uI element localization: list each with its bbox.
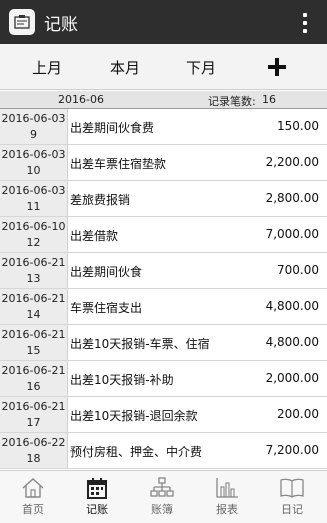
record-amount: 4,800.00 xyxy=(265,335,319,349)
record-amount: 700.00 xyxy=(277,263,319,277)
record-date: 2016-06-21 xyxy=(1,328,66,341)
record-count-label: 记录笔数: xyxy=(208,95,256,108)
app-bar: 记账 xyxy=(0,0,327,44)
record-date-cell: 2016-06-03 11 xyxy=(0,181,68,216)
record-date-cell: 2016-06-03 9 xyxy=(0,109,68,144)
record-seq: 12 xyxy=(26,236,41,249)
book-icon xyxy=(280,478,304,498)
record-amount: 4,800.00 xyxy=(265,299,319,313)
summary-month: 2016-06 xyxy=(58,93,104,106)
record-seq: 17 xyxy=(26,416,41,429)
record-date: 2016-06-03 xyxy=(1,148,66,161)
record-amount: 7,000.00 xyxy=(265,227,319,241)
table-row[interactable]: 2016-06-21 16 出差10天报销-补助 2,000.00 xyxy=(0,361,327,397)
table-row[interactable]: 2016-06-10 12 出差借款 7,000.00 xyxy=(0,217,327,253)
table-row[interactable]: 2016-06-22 18 预付房租、押金、中介费 7,200.00 xyxy=(0,433,327,469)
tab-bookkeeping[interactable]: 记账 xyxy=(65,471,129,523)
tab-label: 首页 xyxy=(22,503,44,516)
record-amount: 2,000.00 xyxy=(265,371,319,385)
record-description: 出差车票住宿垫款 xyxy=(70,157,167,171)
table-row[interactable]: 2016-06-03 11 差旅费报销 2,800.00 xyxy=(0,181,327,217)
overflow-menu-icon[interactable] xyxy=(301,13,309,33)
table-row[interactable]: 2016-06-21 17 出差10天报销-退回余款 200.00 xyxy=(0,397,327,433)
record-seq: 13 xyxy=(26,272,41,285)
table-row[interactable]: 2016-06-21 15 出差10天报销-车票、住宿 4,800.00 xyxy=(0,325,327,361)
record-date: 2016-06-03 xyxy=(1,184,66,197)
tab-label: 记账 xyxy=(86,503,108,516)
record-seq: 14 xyxy=(26,308,41,321)
record-seq: 10 xyxy=(26,164,41,177)
record-date: 2016-06-21 xyxy=(1,364,66,377)
record-seq: 16 xyxy=(26,380,41,393)
record-date: 2016-06-21 xyxy=(1,400,66,413)
table-row[interactable]: 2016-06-03 9 出差期间伙食费 150.00 xyxy=(0,109,327,145)
add-record-button[interactable] xyxy=(262,44,292,90)
record-list[interactable]: 2016-06-03 9 出差期间伙食费 150.00 2016-06-03 10 … xyxy=(0,109,327,470)
record-description: 出差10天报销-车票、住宿 xyxy=(70,337,210,351)
record-date: 2016-06-03 xyxy=(1,112,66,125)
record-date-cell: 2016-06-21 16 xyxy=(0,361,68,396)
record-date-cell: 2016-06-03 10 xyxy=(0,145,68,180)
record-amount: 7,200.00 xyxy=(265,443,319,457)
next-month-button[interactable]: 下月 xyxy=(176,44,226,90)
tab-reports[interactable]: 报表 xyxy=(195,471,259,523)
tab-diary[interactable]: 日记 xyxy=(260,471,324,523)
record-description: 出差10天报销-补助 xyxy=(70,373,174,387)
record-count-value: 16 xyxy=(262,93,276,106)
bottom-tab-bar: 首页 记账 账簿 报表 日记 xyxy=(0,470,327,523)
record-date-cell: 2016-06-21 15 xyxy=(0,325,68,360)
record-description: 出差10天报销-退回余款 xyxy=(70,409,198,423)
record-date: 2016-06-21 xyxy=(1,292,66,305)
record-description: 车票住宿支出 xyxy=(70,301,143,315)
tab-label: 账簿 xyxy=(151,503,173,516)
table-row[interactable]: 2016-06-21 13 出差期间伙食 700.00 xyxy=(0,253,327,289)
record-date-cell: 2016-06-21 17 xyxy=(0,397,68,432)
month-toolbar: 上月 本月 下月 xyxy=(0,44,327,90)
record-description: 出差期间伙食费 xyxy=(70,121,155,135)
record-description: 差旅费报销 xyxy=(70,193,131,207)
record-seq: 9 xyxy=(30,128,37,141)
record-description: 预付房租、押金、中介费 xyxy=(70,445,203,459)
record-date-cell: 2016-06-22 18 xyxy=(0,433,68,468)
record-seq: 18 xyxy=(26,452,41,465)
month-summary: 2016-06 记录笔数: 16 xyxy=(0,91,327,109)
record-amount: 150.00 xyxy=(277,119,319,133)
record-date: 2016-06-10 xyxy=(1,220,66,233)
sitemap-icon xyxy=(150,477,174,497)
plus-icon xyxy=(268,58,286,76)
record-date-cell: 2016-06-21 13 xyxy=(0,253,68,288)
record-seq: 11 xyxy=(26,200,41,213)
record-date-cell: 2016-06-10 12 xyxy=(0,217,68,252)
tab-label: 报表 xyxy=(216,503,238,516)
prev-month-button[interactable]: 上月 xyxy=(22,44,72,90)
home-icon xyxy=(22,478,44,498)
tab-accounts[interactable]: 账簿 xyxy=(130,471,194,523)
record-date: 2016-06-21 xyxy=(1,256,66,269)
bar-chart-icon xyxy=(216,478,238,498)
current-month-button[interactable]: 本月 xyxy=(100,44,150,90)
app-title: 记账 xyxy=(44,14,78,35)
ledger-app-icon[interactable] xyxy=(9,9,35,35)
record-amount: 2,800.00 xyxy=(265,191,319,205)
record-date: 2016-06-22 xyxy=(1,436,66,449)
record-amount: 200.00 xyxy=(277,407,319,421)
table-row[interactable]: 2016-06-21 14 车票住宿支出 4,800.00 xyxy=(0,289,327,325)
table-row[interactable]: 2016-06-03 10 出差车票住宿垫款 2,200.00 xyxy=(0,145,327,181)
tab-home[interactable]: 首页 xyxy=(1,471,65,523)
record-description: 出差借款 xyxy=(70,229,119,243)
record-date-cell: 2016-06-21 14 xyxy=(0,289,68,324)
tab-label: 日记 xyxy=(281,503,303,516)
calendar-icon xyxy=(87,478,107,499)
record-seq: 15 xyxy=(26,344,41,357)
record-amount: 2,200.00 xyxy=(265,155,319,169)
record-description: 出差期间伙食 xyxy=(70,265,143,279)
